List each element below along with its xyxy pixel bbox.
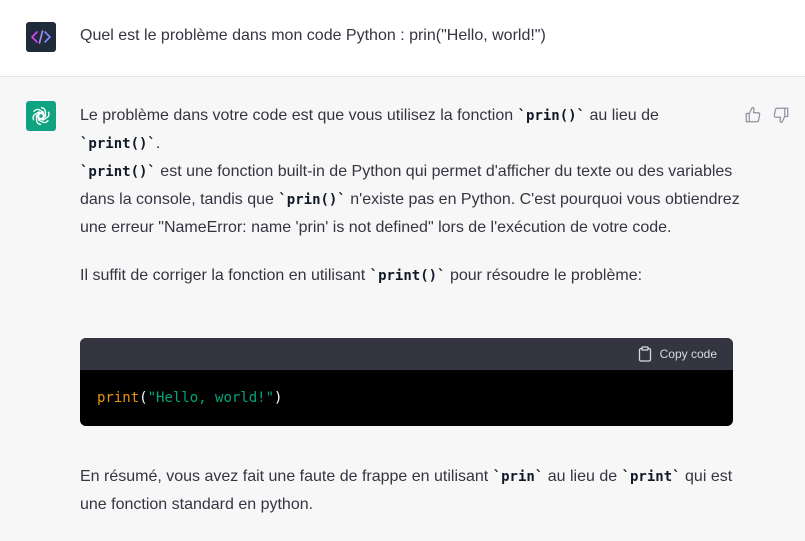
code-token-paren: ) <box>274 390 283 406</box>
thumbs-down-icon[interactable] <box>772 106 790 124</box>
user-message-row: Quel est le problème dans mon code Pytho… <box>0 0 805 77</box>
answer-paragraph-2: `print()` est une fonction built-in de P… <box>80 158 740 242</box>
inline-code: `print` <box>621 469 681 485</box>
answer-text: au lieu de <box>585 107 659 124</box>
answer-text: Il suffit de corriger la fonction en uti… <box>80 267 370 284</box>
code-body[interactable]: print("Hello, world!") <box>80 370 733 426</box>
code-brackets-icon <box>31 30 51 44</box>
answer-text: pour résoudre le problème: <box>445 267 643 284</box>
openai-logo-icon <box>32 106 50 126</box>
user-avatar <box>26 22 56 52</box>
inline-code: `print()` <box>80 164 156 180</box>
code-block: Copy code print("Hello, world!") <box>80 338 733 426</box>
copy-code-button[interactable]: Copy code <box>638 346 717 362</box>
inline-code: `print()` <box>80 136 156 152</box>
feedback-buttons <box>744 106 790 124</box>
answer-paragraph-3: Il suffit de corriger la fonction en uti… <box>80 262 740 290</box>
inline-code: `prin()` <box>517 108 586 124</box>
thumbs-up-icon[interactable] <box>744 106 762 124</box>
code-token-string: "Hello, world!" <box>147 390 275 406</box>
answer-text: . <box>155 135 161 152</box>
code-token-function: print <box>97 390 140 406</box>
answer-summary: En résumé, vous avez fait une faute de f… <box>80 463 740 519</box>
clipboard-icon <box>638 346 651 362</box>
code-block-header: Copy code <box>80 338 733 370</box>
answer-text: En résumé, vous avez fait une faute de f… <box>80 468 493 485</box>
inline-code: `prin()` <box>278 192 346 208</box>
answer-text: Le problème dans votre code est que vous… <box>80 107 518 124</box>
inline-code: `print()` <box>369 268 446 284</box>
answer-text: au lieu de <box>543 468 622 485</box>
answer-paragraph-1: Le problème dans votre code est que vous… <box>80 102 740 158</box>
copy-code-label: Copy code <box>659 347 717 361</box>
user-message-text: Quel est le problème dans mon code Pytho… <box>80 27 546 44</box>
inline-code: `prin` <box>492 469 544 485</box>
assistant-answer: Le problème dans votre code est que vous… <box>80 102 740 290</box>
code-token-paren: ( <box>139 390 148 406</box>
assistant-avatar <box>26 101 56 131</box>
